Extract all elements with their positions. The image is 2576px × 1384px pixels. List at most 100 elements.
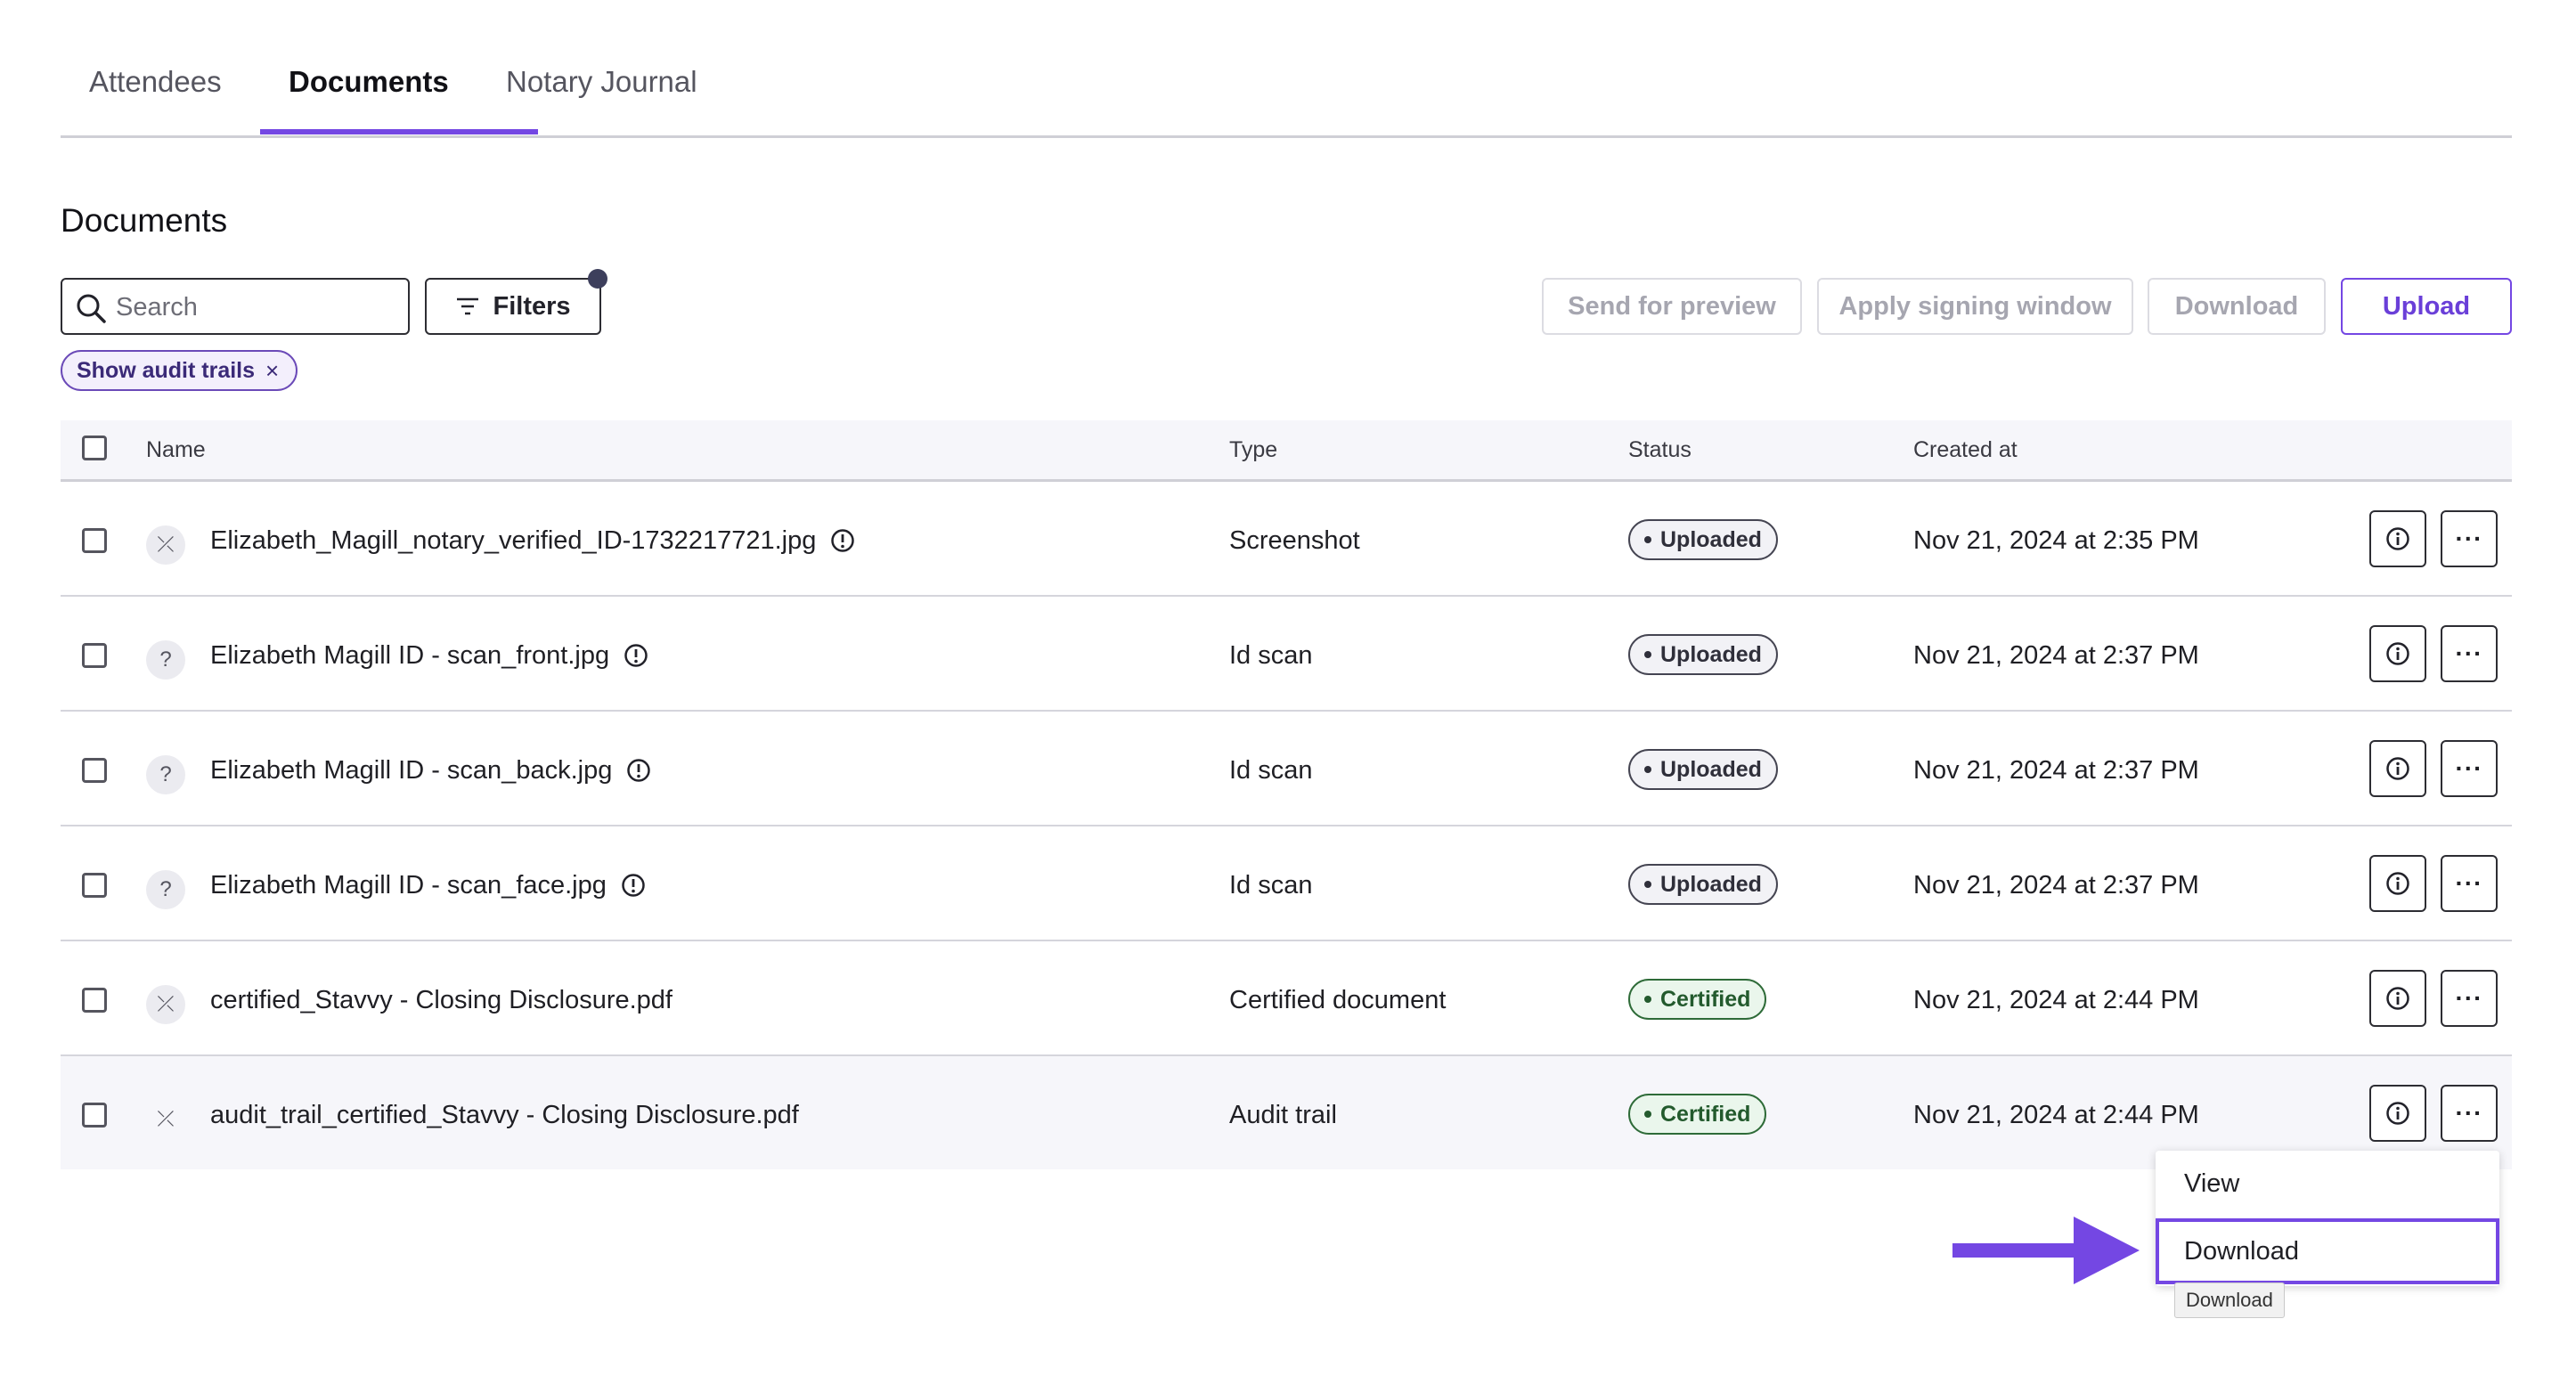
row-more-button[interactable]: ···	[2441, 855, 2498, 912]
tab-bar: Attendees Documents Notary Journal	[61, 0, 2512, 138]
file-name: certified_Stavvy - Closing Disclosure.pd…	[210, 984, 673, 1016]
upload-button[interactable]: Upload	[2341, 278, 2512, 335]
tab-documents[interactable]: Documents	[289, 64, 449, 100]
row-more-button[interactable]: ···	[2441, 970, 2498, 1027]
send-for-preview-button[interactable]: Send for preview	[1542, 278, 1802, 335]
info-icon	[2386, 872, 2409, 895]
crossed-out-icon: ⤫	[146, 985, 185, 1024]
warning-icon[interactable]	[830, 528, 855, 553]
filters-button[interactable]: Filters	[425, 278, 601, 335]
row-info-button[interactable]	[2369, 970, 2426, 1027]
status-badge: Certified	[1628, 979, 1767, 1020]
info-icon	[2386, 527, 2409, 550]
file-name-text: audit_trail_certified_Stavvy - Closing D…	[210, 1101, 799, 1129]
row-info-button[interactable]	[2369, 855, 2426, 912]
column-header-type: Type	[1229, 437, 1278, 462]
crossed-out-icon: ⤫	[157, 1107, 175, 1131]
row-checkbox[interactable]	[82, 758, 107, 783]
file-type: Id scan	[1229, 641, 1313, 670]
status-label: Uploaded	[1660, 526, 1762, 552]
status-label: Certified	[1660, 1101, 1751, 1127]
created-at: Nov 21, 2024 at 2:35 PM	[1913, 526, 2199, 555]
status-label: Uploaded	[1660, 756, 1762, 782]
row-more-button[interactable]: ···	[2441, 740, 2498, 797]
arrow-icon	[1952, 1217, 2140, 1284]
table-row[interactable]: ⤫ certified_Stavvy - Closing Disclosure.…	[61, 941, 2512, 1056]
column-header-created: Created at	[1913, 437, 2018, 462]
row-info-button[interactable]	[2369, 1085, 2426, 1142]
table-row[interactable]: ? Elizabeth Magill ID - scan_face.jpg Id…	[61, 826, 2512, 941]
more-icon: ···	[2455, 639, 2483, 667]
file-name: Elizabeth Magill ID - scan_back.jpg	[210, 754, 651, 786]
created-at: Nov 21, 2024 at 2:44 PM	[1913, 1101, 2199, 1129]
created-at: Nov 21, 2024 at 2:44 PM	[1913, 986, 2199, 1014]
warning-icon[interactable]	[621, 873, 646, 898]
row-context-menu: View Download	[2156, 1151, 2499, 1286]
apply-signing-window-button[interactable]: Apply signing window	[1817, 278, 2133, 335]
column-header-status: Status	[1628, 437, 1692, 462]
tab-attendees[interactable]: Attendees	[89, 64, 222, 100]
menu-item-download[interactable]: Download	[2156, 1218, 2499, 1284]
row-info-button[interactable]	[2369, 740, 2426, 797]
file-name: Elizabeth_Magill_notary_verified_ID-1732…	[210, 525, 855, 557]
row-info-button[interactable]	[2369, 625, 2426, 682]
active-filter-indicator	[588, 269, 607, 289]
question-icon: ?	[146, 640, 185, 680]
info-icon	[2386, 642, 2409, 665]
file-type: Id scan	[1229, 756, 1313, 785]
warning-icon[interactable]	[626, 758, 651, 783]
column-header-name: Name	[146, 437, 206, 462]
row-info-button[interactable]	[2369, 510, 2426, 567]
search-input[interactable]	[114, 289, 403, 326]
table-row[interactable]: ⤫ audit_trail_certified_Stavvy - Closing…	[61, 1056, 2512, 1169]
tab-notary-journal[interactable]: Notary Journal	[506, 64, 697, 100]
file-name-text: Elizabeth Magill ID - scan_front.jpg	[210, 641, 610, 670]
table-row[interactable]: ? Elizabeth Magill ID - scan_front.jpg I…	[61, 597, 2512, 712]
file-type: Audit trail	[1229, 1101, 1337, 1129]
more-icon: ···	[2455, 1099, 2483, 1127]
table-row[interactable]: ? Elizabeth Magill ID - scan_back.jpg Id…	[61, 712, 2512, 826]
crossed-out-icon: ⤫	[146, 525, 185, 565]
info-icon	[2386, 1102, 2409, 1125]
more-icon: ···	[2455, 754, 2483, 782]
filters-label: Filters	[493, 291, 571, 321]
table-header: Name Type Status Created at	[61, 420, 2512, 482]
row-checkbox[interactable]	[82, 528, 107, 553]
file-name-text: certified_Stavvy - Closing Disclosure.pd…	[210, 986, 673, 1014]
download-button[interactable]: Download	[2148, 278, 2326, 335]
created-at: Nov 21, 2024 at 2:37 PM	[1913, 641, 2199, 670]
more-icon: ···	[2455, 984, 2483, 1012]
menu-item-view[interactable]: View	[2156, 1151, 2499, 1217]
select-all-checkbox[interactable]	[82, 436, 107, 460]
search-icon	[77, 294, 106, 323]
row-more-button[interactable]: ···	[2441, 1085, 2498, 1142]
file-name-text: Elizabeth_Magill_notary_verified_ID-1732…	[210, 526, 817, 555]
row-checkbox[interactable]	[82, 988, 107, 1013]
row-checkbox[interactable]	[82, 1103, 107, 1128]
status-badge: Uploaded	[1628, 749, 1778, 790]
row-checkbox[interactable]	[82, 873, 107, 898]
status-badge: Uploaded	[1628, 634, 1778, 675]
row-more-button[interactable]: ···	[2441, 625, 2498, 682]
file-type: Id scan	[1229, 871, 1313, 900]
question-icon: ?	[146, 870, 185, 909]
file-name: Elizabeth Magill ID - scan_front.jpg	[210, 639, 648, 672]
warning-icon[interactable]	[624, 643, 648, 668]
file-name-text: Elizabeth Magill ID - scan_back.jpg	[210, 756, 613, 785]
row-checkbox[interactable]	[82, 643, 107, 668]
close-icon[interactable]: ×	[265, 357, 279, 385]
more-icon: ···	[2455, 869, 2483, 897]
status-label: Uploaded	[1660, 871, 1762, 897]
status-badge: Uploaded	[1628, 519, 1778, 560]
more-icon: ···	[2455, 525, 2483, 552]
filter-chip-show-audit-trails: Show audit trails ×	[61, 350, 298, 391]
info-icon	[2386, 987, 2409, 1010]
table-row[interactable]: ⤫ Elizabeth_Magill_notary_verified_ID-17…	[61, 482, 2512, 597]
page-title: Documents	[61, 202, 228, 239]
info-icon	[2386, 757, 2409, 780]
status-badge: Uploaded	[1628, 864, 1778, 905]
search-box	[61, 278, 410, 335]
file-name-text: Elizabeth Magill ID - scan_face.jpg	[210, 871, 607, 900]
row-more-button[interactable]: ···	[2441, 510, 2498, 567]
created-at: Nov 21, 2024 at 2:37 PM	[1913, 871, 2199, 900]
